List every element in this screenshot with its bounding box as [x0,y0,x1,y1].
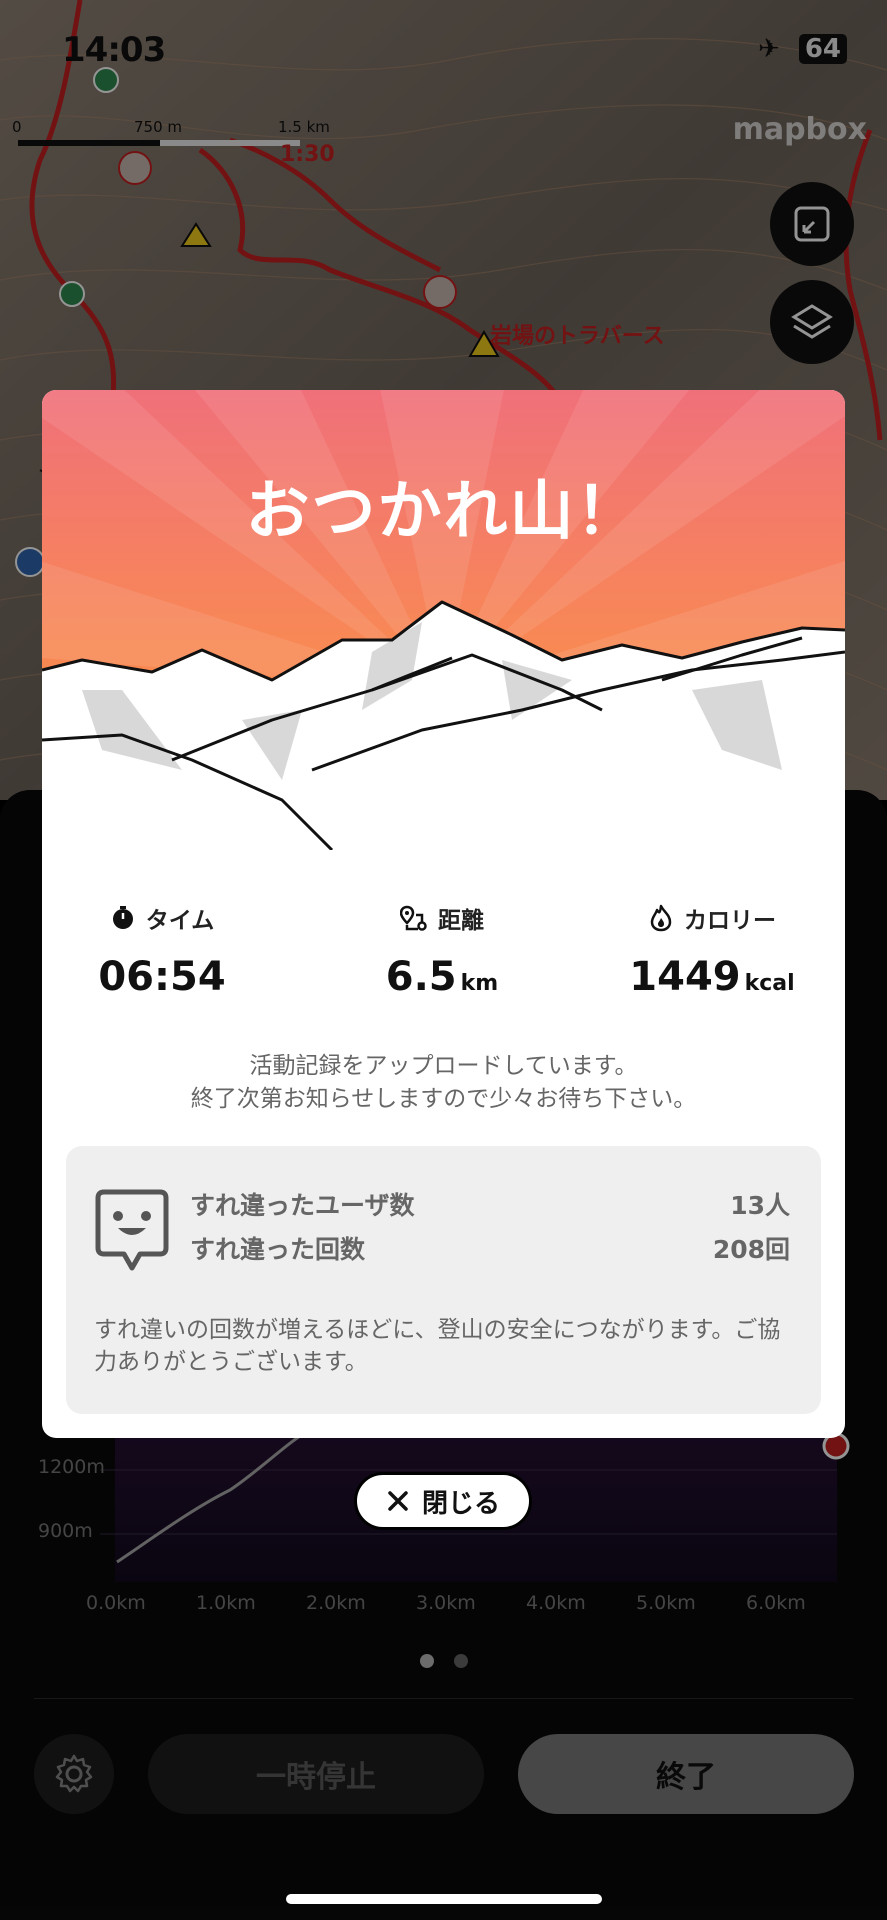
close-button[interactable]: 閉じる [354,1472,532,1530]
stat-time-label: タイム [145,908,215,934]
stat-calories-unit: kcal [744,971,795,996]
encounter-users-row: すれ違ったユーザ数 13人 [190,1186,790,1222]
stat-time-value: 06:54 [98,954,226,1000]
stat-distance-label: 距離 [438,908,484,934]
flame-icon [650,904,672,932]
route-pin-icon [400,905,427,931]
upload-message-line2: 終了次第お知らせしますので少々お待ち下さい。 [190,1086,697,1112]
stat-distance: 距離 6.5 km [312,900,572,1000]
encounter-users-label: すれ違ったユーザ数 [190,1191,415,1220]
encounter-note: すれ違いの回数が増えるほどに、登山の安全につながります。ご協力ありがとうございま… [94,1317,781,1375]
stat-calories: カロリー 1449 kcal [582,900,842,1000]
encounter-face-icon [95,1189,169,1271]
stat-time: タイム 06:54 [42,900,292,1000]
modal-title: おつかれ山！ [245,475,642,549]
upload-status-message: 活動記録をアップロードしています。 終了次第お知らせしますので少々お待ち下さい。 [42,1050,845,1116]
encounter-count-label: すれ違った回数 [190,1235,366,1264]
close-label: 閉じる [421,1488,500,1519]
stat-distance-value: 6.5 [385,954,457,1000]
encounter-count-value: 208回 [712,1235,790,1264]
stopwatch-icon [112,906,133,929]
encounter-count-row: すれ違った回数 208回 [190,1230,790,1266]
completion-modal: おつかれ山！ タイム 06:54 距離 6.5 km カロリー 1449 kca… [42,390,845,1438]
encounter-users-value: 13人 [730,1191,790,1220]
stat-calories-value: 1449 [629,954,741,1000]
upload-message-line1: 活動記録をアップロードしています。 [249,1053,638,1079]
close-icon [388,1491,408,1511]
sunset-mountain-illustration [42,390,845,850]
activity-stats: タイム 06:54 距離 6.5 km カロリー 1449 kcal [42,900,845,1020]
stat-calories-label: カロリー [684,908,776,934]
encounter-summary-box: すれ違ったユーザ数 13人 すれ違った回数 208回 すれ違いの回数が増えるほど… [66,1146,821,1414]
home-indicator [286,1894,602,1904]
stat-distance-unit: km [460,971,499,996]
